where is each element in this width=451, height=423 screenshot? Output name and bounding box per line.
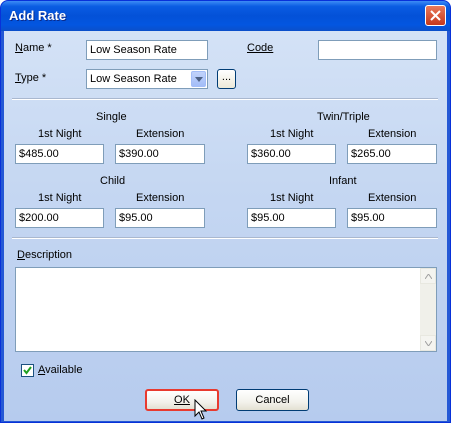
checkmark-icon	[23, 366, 32, 375]
chevron-down-icon	[425, 341, 432, 346]
code-label: Code	[247, 42, 274, 54]
type-label: Type *	[15, 72, 47, 84]
single-first-night-label: 1st Night	[38, 128, 82, 140]
child-extension-input[interactable]: $95.00	[115, 208, 205, 228]
close-icon	[430, 10, 441, 21]
available-checkbox[interactable]	[21, 364, 34, 377]
separator	[12, 237, 438, 239]
single-extension-input[interactable]: $390.00	[115, 144, 205, 164]
description-textarea[interactable]	[15, 267, 437, 352]
infant-first-night-label: 1st Night	[270, 192, 314, 204]
scroll-down-button[interactable]	[420, 335, 436, 351]
infant-extension-input[interactable]: $95.00	[347, 208, 437, 228]
child-title: Child	[100, 175, 126, 187]
twin-first-night-input[interactable]: $360.00	[247, 144, 336, 164]
child-extension-label: Extension	[136, 192, 185, 204]
ok-label: OK	[174, 394, 190, 406]
type-dropdown-button[interactable]	[191, 71, 206, 87]
twin-first-night-label: 1st Night	[270, 128, 314, 140]
dialog-body: Name * Low Season Rate Code Type * Low S…	[4, 31, 447, 421]
close-button[interactable]	[425, 5, 446, 26]
type-select[interactable]: Low Season Rate	[86, 69, 208, 89]
twin-extension-label: Extension	[368, 128, 417, 140]
scroll-up-button[interactable]	[420, 268, 436, 284]
chevron-down-icon	[195, 77, 203, 82]
twin-extension-input[interactable]: $265.00	[347, 144, 437, 164]
chevron-up-icon	[425, 274, 432, 279]
type-browse-button[interactable]: ...	[217, 69, 236, 89]
title-bar[interactable]: Add Rate	[1, 1, 450, 31]
single-title: Single	[96, 111, 127, 123]
add-rate-dialog: Add Rate Name * Low Season Rate Code Typ…	[0, 0, 451, 423]
mouse-cursor-icon	[194, 399, 208, 420]
code-input[interactable]	[318, 40, 437, 60]
infant-first-night-input[interactable]: $95.00	[247, 208, 336, 228]
single-extension-label: Extension	[136, 128, 185, 140]
description-label: Description	[17, 249, 73, 261]
description-scrollbar[interactable]	[420, 268, 436, 351]
cancel-button[interactable]: Cancel	[236, 389, 309, 411]
name-label: Name *	[15, 42, 52, 54]
infant-title: Infant	[329, 175, 357, 187]
separator	[12, 98, 438, 100]
single-first-night-input[interactable]: $485.00	[15, 144, 104, 164]
window-title: Add Rate	[9, 8, 67, 23]
name-input[interactable]: Low Season Rate	[86, 40, 208, 60]
available-label: Available	[38, 364, 83, 376]
child-first-night-input[interactable]: $200.00	[15, 208, 104, 228]
twin-title: Twin/Triple	[317, 111, 370, 123]
infant-extension-label: Extension	[368, 192, 417, 204]
type-selected-value: Low Season Rate	[90, 73, 177, 85]
child-first-night-label: 1st Night	[38, 192, 82, 204]
